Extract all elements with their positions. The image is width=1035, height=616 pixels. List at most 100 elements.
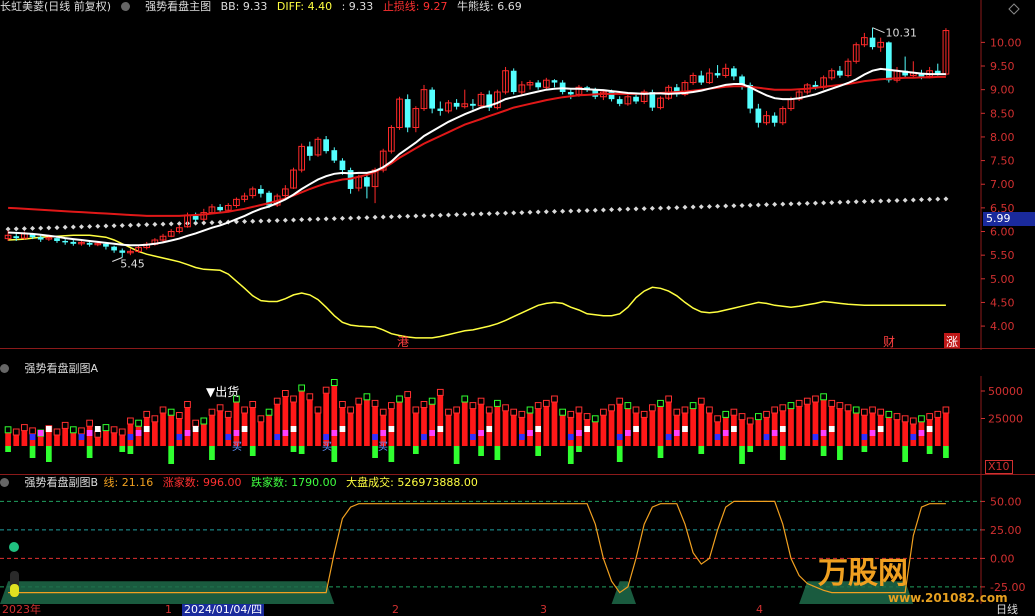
candle-body-down (470, 103, 476, 106)
volume-bar-cap (812, 395, 819, 403)
volume-bar-neg (86, 446, 93, 458)
volume-bar (13, 435, 20, 446)
bull-bear-dot (364, 215, 370, 221)
volume-bar-neg (494, 446, 501, 460)
main-price-chart[interactable]: 10.009.509.008.508.007.507.006.506.005.5… (0, 0, 1035, 350)
volume-bar (217, 410, 223, 446)
bull-bear-dot (927, 196, 933, 202)
volume-bar-accent (861, 434, 868, 440)
bull-bear-dot (764, 202, 770, 208)
candle-body-down (217, 206, 223, 211)
volume-bar (820, 399, 827, 446)
candle-body-down (616, 99, 623, 104)
sub-a-settings-icon[interactable] (0, 362, 15, 375)
volume-bar (567, 417, 574, 446)
bull-bear-dot (592, 207, 598, 213)
bull-bear-dot (291, 217, 297, 223)
bull-bear-dot (421, 213, 427, 219)
volume-bar-accent (714, 434, 721, 440)
bull-bear-dot (95, 223, 101, 229)
volume-bar (894, 419, 900, 446)
price-axis-tick: 8.00 (990, 131, 1015, 144)
volume-bar-accent (518, 434, 525, 440)
volume-bar-cap (779, 404, 787, 412)
period-label[interactable]: 日线 (996, 604, 1018, 616)
volume-bar (298, 391, 305, 446)
volume-bar (209, 415, 215, 446)
volume-bar-accent (567, 434, 574, 440)
bull-bear-dot (935, 196, 941, 202)
bull-bear-dot (584, 207, 590, 213)
volume-bar-cap (192, 419, 200, 427)
bull-bear-dot (625, 206, 631, 212)
time-label-m1: 1 (165, 603, 172, 616)
volume-bar-cap (551, 395, 558, 403)
volume-bar-cap (681, 406, 689, 414)
volume-bar-cap (771, 406, 779, 414)
bull-bear-dot (429, 212, 435, 218)
candle-body-down (339, 160, 346, 171)
volume-bar-cap (249, 401, 257, 408)
bull-bear-dot (462, 211, 468, 217)
volume-bar-cap (485, 406, 493, 414)
time-label-year: 2023年 (2, 603, 41, 616)
volume-bar-neg (943, 446, 949, 458)
volume-bar-neg (29, 446, 36, 458)
bull-bear-dot (796, 201, 802, 207)
candle-body-down (731, 68, 737, 77)
volume-bar-accent (192, 426, 199, 432)
volume-bar-cap (4, 426, 12, 434)
volume-bar-accent (763, 434, 770, 440)
price-axis-tick: 6.00 (990, 226, 1015, 239)
event-marker-cai: 财 (883, 335, 895, 349)
price-axis-tick: 7.50 (990, 155, 1015, 168)
candle-body-down (119, 250, 126, 253)
bull-bear-dot (136, 222, 142, 228)
volume-bar (111, 432, 117, 446)
volume-bar-cap (29, 427, 36, 435)
bull-bear-dot (299, 217, 305, 223)
volume-bar (372, 406, 378, 446)
bull-bear-dot (70, 224, 76, 230)
buy-annotation: 买 (322, 441, 332, 453)
time-label-m3: 3 (540, 603, 547, 616)
bull-bear-dot (144, 222, 150, 228)
volume-bar-cap (469, 402, 477, 410)
price-axis-tick: 5.50 (990, 249, 1015, 262)
volume-bar-accent (682, 426, 688, 432)
volume-bar-accent (877, 426, 884, 432)
volume-bar-neg (747, 446, 754, 452)
volume-bar-cap (102, 424, 110, 432)
volume-bar-cap (575, 406, 583, 414)
bull-bear-dot (46, 225, 52, 231)
bull-bear-dot (380, 214, 386, 220)
bull-bear-dot (804, 200, 810, 206)
status-dot-icon (9, 542, 19, 552)
candle-body-down (192, 215, 199, 220)
volume-bar-cap (428, 397, 436, 405)
bull-bear-dot (503, 210, 509, 216)
volume-bar-cap (53, 428, 61, 436)
volume-bar-cap (322, 386, 330, 394)
bull-bear-dot (127, 222, 133, 228)
sub-a-volume-chart[interactable]: 50000 25000 ▼出货买 买 买 (0, 376, 1035, 476)
volume-bar (315, 413, 321, 446)
volume-bar-cap (763, 410, 770, 418)
volume-bar-neg (249, 446, 256, 456)
price-axis-tick: 9.50 (990, 60, 1015, 73)
sub-a-title[interactable]: 强势看盘副图A (25, 362, 99, 375)
volume-bar (649, 410, 656, 446)
volume-bar-neg (290, 446, 297, 452)
volume-bar (135, 426, 142, 446)
bull-bear-dot (706, 204, 712, 210)
time-label-date[interactable]: 2024/01/04/四 (182, 604, 265, 616)
volume-bar (853, 413, 860, 446)
candle-body-down (714, 73, 721, 76)
volume-bar-accent (576, 430, 582, 436)
bull-bear-dot (454, 212, 460, 218)
volume-bar-cap (510, 408, 518, 416)
bull-bear-dot (209, 220, 215, 226)
bull-bear-dot (576, 208, 582, 214)
volume-bar-cap (436, 388, 444, 396)
volume-bar (225, 417, 232, 446)
